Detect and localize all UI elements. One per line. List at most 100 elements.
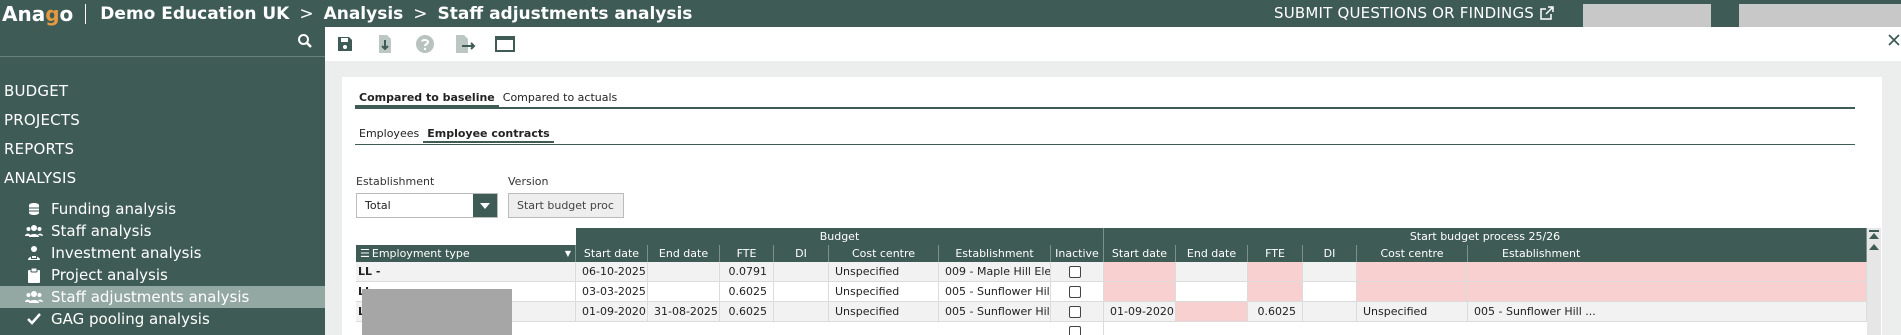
table-row[interactable]: LL - 01-09-2020 31-08-2025 0.6025 Unspec… — [356, 302, 1867, 322]
col-header-di[interactable]: DI — [1303, 245, 1357, 262]
inactive-checkbox[interactable] — [1069, 285, 1081, 298]
col-header-start-date[interactable]: Start date — [576, 245, 648, 262]
nav-section-projects[interactable]: PROJECTS — [4, 111, 80, 129]
cell-di — [774, 282, 829, 302]
help-button[interactable] — [405, 27, 445, 61]
breadcrumb-analysis[interactable]: Analysis — [324, 4, 404, 24]
scroll-top-icon[interactable] — [1869, 230, 1879, 240]
col-header-employment-type[interactable]: ☰ Employment type ▼ — [356, 245, 576, 262]
sidebar-search[interactable] — [0, 27, 325, 57]
download-icon — [379, 35, 391, 53]
users-icon — [24, 290, 44, 304]
check-icon — [24, 313, 44, 325]
clipboard-icon — [24, 267, 44, 283]
submit-findings-label: SUBMIT QUESTIONS OR FINDINGS — [1274, 4, 1534, 22]
app-logo[interactable]: Anago — [0, 2, 73, 26]
view-tabs: Employees Employee contracts — [355, 127, 1855, 145]
download-button[interactable] — [365, 27, 405, 61]
cell-di — [774, 262, 829, 282]
cell-establishment: 005 - Sunflower Hill ... — [1468, 302, 1867, 322]
nav-section-analysis[interactable]: ANALYSIS — [4, 169, 76, 187]
cell-inactive — [1051, 322, 1104, 335]
tab-compared-to-actuals[interactable]: Compared to actuals — [499, 91, 622, 107]
tab-employees[interactable]: Employees — [355, 127, 423, 143]
window-button[interactable] — [485, 27, 525, 61]
inactive-checkbox[interactable] — [1069, 325, 1081, 335]
cell-establishment: 005 - Sunflower Hill ... — [939, 302, 1051, 322]
submit-findings-link[interactable]: SUBMIT QUESTIONS OR FINDINGS — [1274, 4, 1554, 22]
col-header-fte[interactable]: FTE — [1248, 245, 1303, 262]
col-header-inactive[interactable]: Inactive — [1051, 245, 1104, 262]
cell-di — [1303, 302, 1357, 322]
cell-end-date — [648, 262, 720, 282]
version-label: Version — [508, 175, 549, 188]
sidebar: BUDGET PROJECTS REPORTS ANALYSIS Funding… — [0, 27, 325, 335]
window-icon — [495, 36, 515, 52]
cell-cost-centre: Unspecified — [829, 262, 939, 282]
col-header-fte[interactable]: FTE — [720, 245, 774, 262]
chevron-down-icon[interactable] — [473, 194, 497, 217]
cell-cost-centre — [1357, 262, 1468, 282]
cell-end-date — [1176, 262, 1248, 282]
version-field[interactable]: Start budget proc — [508, 193, 624, 218]
col-header-cost-centre[interactable]: Cost centre — [829, 245, 939, 262]
inactive-checkbox[interactable] — [1069, 265, 1081, 278]
investment-icon — [24, 245, 44, 261]
cell-di — [774, 302, 829, 322]
masked-employee-names — [362, 289, 512, 335]
save-button[interactable] — [325, 27, 365, 61]
col-header-establishment[interactable]: Establishment — [939, 245, 1051, 262]
sidebar-item-staff-adjustments-analysis[interactable]: Staff adjustments analysis — [0, 286, 325, 308]
sidebar-item-staff-analysis[interactable]: Staff analysis — [0, 220, 325, 242]
nav-section-budget[interactable]: BUDGET — [4, 82, 68, 100]
chevron-down-icon[interactable]: ▼ — [565, 249, 571, 258]
col-header-establishment[interactable]: Establishment — [1468, 245, 1867, 262]
sidebar-item-label: GAG pooling analysis — [51, 310, 210, 328]
cell-inactive — [1051, 262, 1104, 282]
top-bar: Anago Demo Education UK > Analysis > Sta… — [0, 0, 1901, 27]
masked-account-info — [1739, 4, 1901, 27]
save-icon — [338, 37, 352, 51]
table-row[interactable]: LL - 06-10-2025 0.0791 Unspecified 009 -… — [356, 262, 1867, 282]
sidebar-item-label: Staff adjustments analysis — [51, 288, 250, 306]
breadcrumb-org[interactable]: Demo Education UK — [100, 4, 289, 24]
coins-icon — [24, 202, 44, 216]
cell-start-date: 03-03-2025 — [576, 282, 648, 302]
cell-fte: 0.6025 — [1248, 302, 1303, 322]
sidebar-item-gag-pooling-analysis[interactable]: GAG pooling analysis — [0, 308, 325, 330]
sidebar-item-investment-analysis[interactable]: Investment analysis — [0, 242, 325, 264]
cell-fte — [1248, 282, 1303, 302]
tab-compared-to-baseline[interactable]: Compared to baseline — [355, 91, 499, 107]
establishment-select[interactable]: Total — [356, 193, 498, 218]
cell-cost-centre — [1357, 282, 1468, 302]
col-header-cost-centre[interactable]: Cost centre — [1357, 245, 1468, 262]
sidebar-item-funding-analysis[interactable]: Funding analysis — [0, 198, 325, 220]
cell-start-date — [1104, 262, 1176, 282]
tab-employee-contracts[interactable]: Employee contracts — [423, 127, 554, 143]
sidebar-item-label: Investment analysis — [51, 244, 202, 262]
sidebar-item-project-analysis[interactable]: Project analysis — [0, 264, 325, 286]
cell-establishment — [1468, 262, 1867, 282]
table-row[interactable]: LL - 03-03-2025 0.6025 Unspecified 005 -… — [356, 282, 1867, 302]
close-icon[interactable] — [1888, 31, 1900, 50]
cell-end-date — [1176, 282, 1248, 302]
col-header-start-date[interactable]: Start date — [1104, 245, 1176, 262]
table-row[interactable] — [356, 322, 1867, 335]
cell-establishment: 009 - Maple Hill Ele... — [939, 262, 1051, 282]
help-icon — [416, 35, 434, 53]
group-header-start-budget: Start budget process 25/26 — [1104, 228, 1867, 245]
cell-end-date — [648, 282, 720, 302]
inactive-checkbox[interactable] — [1069, 305, 1081, 318]
masked-user-info — [1583, 4, 1711, 27]
scroll-up-icon[interactable] — [1869, 242, 1879, 252]
table-scrollbar[interactable] — [1867, 228, 1881, 335]
export-button[interactable] — [445, 27, 485, 61]
col-header-end-date[interactable]: End date — [1176, 245, 1248, 262]
cell-start-date — [1104, 282, 1176, 302]
col-header-end-date[interactable]: End date — [648, 245, 720, 262]
nav-section-reports[interactable]: REPORTS — [4, 140, 74, 158]
cell-di — [1303, 262, 1357, 282]
search-icon[interactable] — [297, 33, 313, 53]
menu-icon[interactable]: ☰ — [360, 247, 370, 260]
col-header-di[interactable]: DI — [774, 245, 829, 262]
